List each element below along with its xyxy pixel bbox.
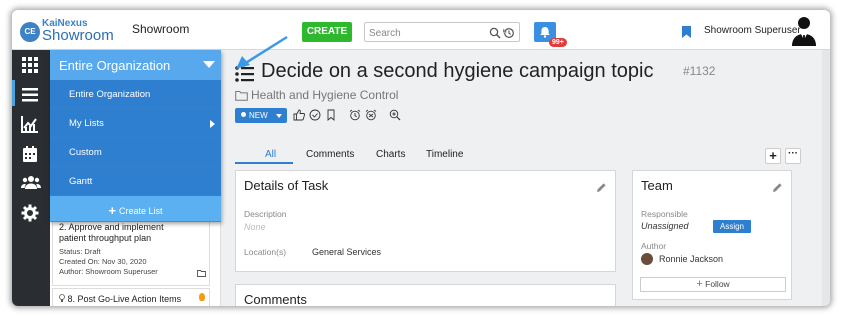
menu-item-gantt[interactable]: Gantt [50, 167, 221, 196]
user-name[interactable]: Showroom Superuser [704, 25, 801, 36]
list-item[interactable]: 2. Approve and implement patient through… [52, 218, 210, 286]
list-item-status: Status: Draft [59, 247, 101, 256]
chart-icon[interactable] [21, 115, 41, 135]
app-window: 2. Approve and implement patient through… [12, 10, 830, 306]
alarm-off-icon[interactable] [365, 108, 379, 122]
menu-item-label: Custom [69, 147, 102, 158]
grid-icon[interactable] [21, 56, 41, 76]
tab-all[interactable]: All [265, 149, 276, 160]
calendar-icon[interactable] [21, 145, 41, 165]
author-avatar [641, 253, 653, 265]
team-title: Team [641, 178, 673, 193]
status-label: NEW [249, 111, 268, 120]
menu-item-label: My Lists [69, 118, 104, 129]
more-options-button[interactable]: ··· [785, 148, 801, 164]
description-value[interactable]: None [244, 222, 266, 232]
list-item-author: Author: Showroom Superuser [59, 267, 158, 276]
status-dropdown[interactable]: NEW [235, 108, 287, 123]
breadcrumb[interactable]: Health and Hygiene Control [235, 88, 398, 104]
organization-name: Showroom [132, 22, 190, 36]
zoom-in-icon[interactable] [389, 108, 403, 122]
tab-comments[interactable]: Comments [306, 149, 354, 160]
team-panel: Team Responsible Unassigned Assign Autho… [632, 170, 792, 300]
alarm-clock-icon[interactable] [349, 108, 363, 122]
search-icon[interactable] [489, 26, 501, 39]
create-list-button[interactable]: + Create List [50, 196, 221, 221]
author-value[interactable]: Ronnie Jackson [659, 254, 723, 264]
thumbs-up-icon[interactable] [293, 108, 307, 122]
plus-icon: + [696, 278, 703, 290]
avatar[interactable] [788, 14, 820, 46]
chevron-down-icon [276, 114, 282, 118]
folder-icon [235, 90, 248, 104]
search-input[interactable] [365, 24, 475, 43]
task-detail: Decide on a second hygiene campaign topi… [221, 50, 830, 306]
people-icon[interactable] [21, 174, 41, 194]
breadcrumb-label: Health and Hygiene Control [251, 88, 399, 102]
comments-title: Comments [244, 292, 307, 306]
list-item-title-line1: 2. Approve and implement [59, 222, 164, 232]
plus-icon: + [108, 203, 117, 218]
left-rail [12, 50, 50, 306]
pencil-icon[interactable] [772, 180, 783, 198]
add-button[interactable]: + [765, 148, 781, 164]
details-panel: Details of Task Description None Locatio… [235, 170, 616, 272]
location-value[interactable]: General Services [312, 247, 381, 257]
author-label: Author [641, 241, 667, 251]
gear-icon[interactable] [21, 204, 41, 224]
active-tab-indicator [235, 162, 293, 164]
bookmark-icon[interactable] [325, 108, 339, 122]
tab-timeline[interactable]: Timeline [426, 149, 463, 160]
follow-button[interactable]: + Follow [640, 277, 786, 292]
follow-label: Follow [705, 279, 730, 289]
check-circle-icon[interactable] [309, 108, 323, 122]
pencil-icon[interactable] [596, 180, 607, 198]
menu-item-label: Entire Organization [69, 89, 151, 100]
list-icon[interactable] [21, 86, 41, 106]
caret-down-icon [203, 61, 215, 68]
list-item[interactable]: 8. Post Go-Live Action Items [52, 288, 210, 306]
tab-charts[interactable]: Charts [376, 149, 405, 160]
chevron-right-icon [210, 120, 215, 128]
scrollbar[interactable] [822, 50, 830, 306]
flame-icon [199, 293, 205, 301]
description-label: Description [244, 209, 287, 219]
page-title: Decide on a second hygiene campaign topi… [261, 60, 654, 82]
active-rail-indicator [12, 80, 15, 106]
create-button[interactable]: CREATE [302, 22, 352, 42]
responsible-value: Unassigned [641, 221, 689, 231]
notification-badge: 99+ [549, 38, 567, 47]
location-label: Location(s) [244, 247, 287, 257]
bookmark-icon[interactable] [682, 25, 691, 43]
list-item-title-line2: patient throughput plan [59, 233, 152, 243]
bell-icon [540, 27, 550, 38]
details-title: Details of Task [244, 178, 329, 193]
logo[interactable]: CE KaiNexus Showroom [20, 18, 116, 44]
menu-item-my-lists[interactable]: My Lists [50, 109, 221, 138]
list-view-dropdown: Entire Organization Entire Organization … [50, 50, 221, 222]
logo-bottom-text: Showroom [42, 27, 114, 44]
list-item-created: Created On: Nov 30, 2020 [59, 257, 147, 266]
dropdown-header-label: Entire Organization [59, 58, 171, 73]
dropdown-header[interactable]: Entire Organization [50, 50, 221, 80]
search-box [364, 22, 520, 43]
comments-panel: Comments [235, 284, 616, 306]
menu-item-label: Gantt [69, 176, 93, 187]
assign-button[interactable]: Assign [713, 220, 751, 233]
responsible-label: Responsible [641, 209, 688, 219]
history-icon[interactable] [503, 26, 515, 38]
task-number: #1132 [683, 64, 716, 78]
lightbulb-icon [59, 294, 65, 302]
status-dot-icon [241, 112, 246, 117]
menu-item-custom[interactable]: Custom [50, 138, 221, 167]
menu-item-entire-organization[interactable]: Entire Organization [50, 80, 221, 109]
create-list-label: Create List [119, 206, 163, 216]
top-bar: CE KaiNexus Showroom Showroom CREATE 99+… [12, 10, 830, 50]
arrow-annotation-icon [232, 34, 292, 79]
logo-mark: CE [20, 22, 40, 42]
folder-icon [197, 264, 206, 282]
list-item-title: 8. Post Go-Live Action Items [67, 294, 182, 304]
